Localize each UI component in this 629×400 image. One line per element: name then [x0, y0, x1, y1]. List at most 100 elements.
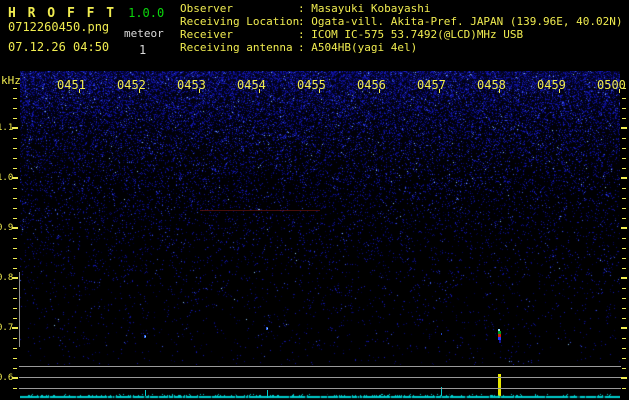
info-colon: :	[298, 2, 312, 15]
freq-minor-tick	[13, 118, 17, 119]
time-label: 0500	[597, 78, 626, 92]
record-datetime: 07.12.26 04:50	[8, 40, 110, 54]
freq-major-tick	[621, 127, 627, 129]
freq-minor-tick	[622, 298, 626, 299]
freq-minor-tick	[622, 188, 626, 189]
hrofft-output-window: H R O F F T 1.0.0 0712260450.png meteor 0…	[0, 0, 629, 400]
info-colon: :	[298, 28, 312, 41]
freq-minor-tick	[622, 358, 626, 359]
freq-minor-tick	[13, 138, 17, 139]
freq-major-tick	[621, 377, 627, 379]
time-label: 0459	[537, 78, 566, 92]
signal-level-trace	[20, 393, 620, 400]
freq-minor-tick	[622, 138, 626, 139]
info-colon: :	[298, 41, 312, 54]
info-value: Masayuki Kobayashi	[311, 2, 431, 15]
freq-major-tick	[12, 277, 18, 279]
level-reference-line	[19, 377, 621, 378]
info-row-location: Receiving Location: Ogata-vill. Akita-Pr…	[180, 15, 623, 28]
freq-minor-tick	[622, 388, 626, 389]
freq-minor-tick	[622, 258, 626, 259]
freq-minor-tick	[622, 208, 626, 209]
time-tick	[559, 89, 560, 93]
freq-minor-tick	[13, 298, 17, 299]
station-info: Observer: Masayuki Kobayashi Receiving L…	[180, 2, 623, 54]
freq-minor-tick	[13, 208, 17, 209]
freq-minor-tick	[622, 368, 626, 369]
app-title: H R O F F T	[8, 6, 117, 21]
freq-minor-tick	[13, 218, 17, 219]
freq-major-tick	[621, 327, 627, 329]
freq-minor-tick	[13, 198, 17, 199]
info-label: Receiving Location	[180, 15, 300, 28]
freq-minor-tick	[13, 368, 17, 369]
freq-minor-tick	[622, 118, 626, 119]
time-label: 0454	[237, 78, 266, 92]
freq-minor-tick	[13, 238, 17, 239]
plot-left-edge-line	[19, 272, 20, 347]
freq-minor-tick	[13, 98, 17, 99]
time-label: 0453	[177, 78, 206, 92]
freq-minor-tick	[622, 98, 626, 99]
freq-major-tick	[12, 127, 18, 129]
freq-minor-tick	[622, 308, 626, 309]
freq-minor-tick	[622, 148, 626, 149]
level-reference-line	[19, 366, 621, 367]
meteor-count: 1	[139, 43, 147, 57]
freq-major-tick	[621, 227, 627, 229]
info-value: ICOM IC-575 53.7492(@LCD)MHz USB	[311, 28, 524, 41]
freq-minor-tick	[13, 258, 17, 259]
frequency-unit-label: kHz	[1, 74, 21, 87]
time-tick	[499, 89, 500, 93]
freq-minor-tick	[13, 338, 17, 339]
time-tick	[319, 89, 320, 93]
freq-minor-tick	[13, 188, 17, 189]
info-row-observer: Observer: Masayuki Kobayashi	[180, 2, 623, 15]
freq-minor-tick	[13, 88, 17, 89]
info-label: Receiver	[180, 28, 233, 41]
freq-minor-tick	[622, 288, 626, 289]
freq-minor-tick	[13, 268, 17, 269]
interference-streak	[200, 210, 320, 211]
freq-minor-tick	[622, 348, 626, 349]
freq-minor-tick	[13, 158, 17, 159]
time-label: 0452	[117, 78, 146, 92]
info-row-antenna: Receiving antenna: A504HB(yagi 4el)	[180, 41, 623, 54]
time-tick	[259, 89, 260, 93]
time-label: 0457	[417, 78, 446, 92]
freq-minor-tick	[13, 388, 17, 389]
time-tick	[379, 89, 380, 93]
freq-minor-tick	[622, 168, 626, 169]
time-tick	[619, 89, 620, 93]
time-label: 0458	[477, 78, 506, 92]
time-tick	[199, 89, 200, 93]
time-label: 0455	[297, 78, 326, 92]
freq-minor-tick	[622, 338, 626, 339]
info-value: Ogata-vill. Akita-Pref. JAPAN (139.96E, …	[311, 15, 623, 28]
output-filename: 0712260450.png	[8, 20, 110, 34]
freq-major-tick	[12, 327, 18, 329]
freq-minor-tick	[622, 88, 626, 89]
freq-major-tick	[621, 177, 627, 179]
info-label: Receiving antenna	[180, 41, 293, 54]
freq-minor-tick	[622, 268, 626, 269]
info-colon: :	[298, 15, 312, 28]
info-label: Observer	[180, 2, 233, 15]
freq-minor-tick	[622, 158, 626, 159]
freq-minor-tick	[622, 108, 626, 109]
time-tick	[79, 89, 80, 93]
freq-minor-tick	[13, 168, 17, 169]
freq-minor-tick	[13, 348, 17, 349]
time-tick	[439, 89, 440, 93]
freq-minor-tick	[622, 248, 626, 249]
freq-minor-tick	[13, 308, 17, 309]
freq-minor-tick	[13, 148, 17, 149]
info-value: A504HB(yagi 4el)	[311, 41, 418, 54]
freq-minor-tick	[622, 318, 626, 319]
freq-minor-tick	[622, 218, 626, 219]
level-reference-line	[19, 388, 621, 389]
time-label: 0456	[357, 78, 386, 92]
mode-label: meteor	[124, 27, 164, 40]
app-version: 1.0.0	[128, 6, 165, 20]
time-tick	[139, 89, 140, 93]
